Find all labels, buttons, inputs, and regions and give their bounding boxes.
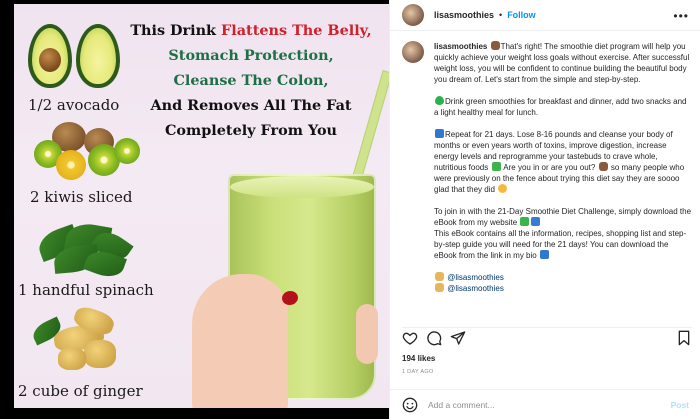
smoothie-infographic: This Drink Flattens The Belly, Stomach P… bbox=[14, 4, 389, 408]
comment-box: Post bbox=[390, 389, 700, 419]
ingredient-label-avocado: 1/2 avocado bbox=[28, 96, 120, 114]
smiling-face-icon bbox=[498, 184, 508, 193]
caption-section: lisasmoothies That's right! The smoothie… bbox=[402, 41, 692, 314]
share-icon[interactable] bbox=[450, 330, 466, 346]
header-username[interactable]: lisasmoothies bbox=[434, 10, 494, 20]
post-side-panel: lisasmoothies • Follow ••• lisasmoothies… bbox=[389, 0, 700, 419]
green-heart-icon bbox=[435, 96, 444, 105]
book-icon bbox=[520, 217, 530, 226]
caption-paragraph-5: This eBook contains all the information,… bbox=[434, 229, 687, 260]
caption-paragraph-3b: Are you in or are you out? bbox=[503, 163, 596, 172]
hand bbox=[192, 274, 288, 408]
mention-link[interactable]: @lisasmoothies bbox=[447, 273, 504, 282]
like-count[interactable]: 194 likes bbox=[402, 354, 435, 363]
heart-icon[interactable] bbox=[402, 330, 418, 346]
up-arrow-icon bbox=[539, 250, 549, 259]
ingredient-label-ginger: 2 cube of ginger bbox=[18, 382, 143, 400]
mention-link[interactable]: @lisasmoothies bbox=[447, 284, 504, 293]
smoothie-foam bbox=[230, 176, 374, 198]
avatar[interactable] bbox=[402, 4, 424, 26]
mobile-phone-icon bbox=[531, 217, 541, 226]
image-headline: This Drink Flattens The Belly, Stomach P… bbox=[106, 18, 389, 143]
headline-line1-highlight: Flattens The Belly, bbox=[221, 22, 372, 39]
headline-line4: And Removes All The Fat bbox=[150, 97, 352, 114]
pointing-hand-icon bbox=[435, 283, 444, 292]
caption-avatar[interactable] bbox=[402, 41, 424, 63]
header-separator: • bbox=[499, 10, 503, 20]
more-options-icon[interactable]: ••• bbox=[673, 9, 689, 23]
comment-icon[interactable] bbox=[426, 330, 442, 346]
follow-button[interactable]: Follow bbox=[507, 10, 536, 20]
headline-line2: Stomach Protection, bbox=[168, 47, 334, 64]
headline-line5: Completely From You bbox=[164, 122, 338, 139]
bookmark-icon[interactable] bbox=[676, 330, 692, 346]
emoji-icon[interactable] bbox=[402, 397, 418, 413]
check-mark-icon bbox=[491, 162, 501, 171]
post-caption: lisasmoothies That's right! The smoothie… bbox=[434, 41, 692, 314]
caption-paragraph-2: Drink green smoothies for breakfast and … bbox=[434, 97, 687, 117]
ingredient-label-kiwi: 2 kiwis sliced bbox=[30, 188, 133, 206]
caption-username[interactable]: lisasmoothies bbox=[434, 42, 487, 51]
person-raising-hand-icon bbox=[490, 41, 500, 50]
pointing-hand-icon bbox=[435, 272, 444, 281]
post-viewer: This Drink Flattens The Belly, Stomach P… bbox=[0, 0, 700, 419]
headline-line3: Cleanse The Colon, bbox=[173, 72, 329, 89]
person-raising-hand-icon bbox=[598, 162, 608, 171]
post-image[interactable]: This Drink Flattens The Belly, Stomach P… bbox=[0, 0, 389, 419]
post-actions bbox=[402, 327, 692, 347]
finger bbox=[356, 304, 378, 364]
caption-paragraph-4: To join in with the 21-Day Smoothie Diet… bbox=[434, 207, 692, 227]
ingredient-label-spinach: 1 handful spinach bbox=[18, 281, 154, 299]
comment-input[interactable] bbox=[428, 399, 648, 410]
post-comment-button[interactable]: Post bbox=[671, 400, 689, 410]
headline-line1-prefix: This Drink bbox=[130, 22, 222, 39]
post-header: lisasmoothies • Follow ••• bbox=[390, 0, 700, 31]
repeat-icon bbox=[435, 129, 444, 138]
post-timestamp: 1 DAY AGO bbox=[402, 369, 434, 375]
